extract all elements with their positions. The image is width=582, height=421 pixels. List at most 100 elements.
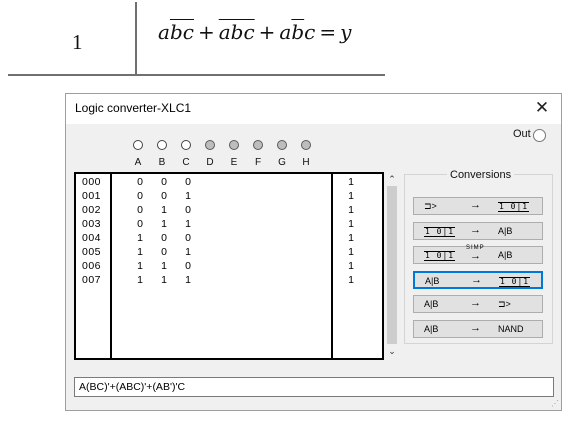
term3-plain: a <box>279 20 292 44</box>
row-bit: 1 <box>137 246 143 258</box>
terminal-c[interactable] <box>181 140 191 150</box>
terminal-b[interactable] <box>157 140 167 150</box>
row-bit: 0 <box>137 218 143 230</box>
table-divider <box>135 2 137 74</box>
truth-table-icon: 1 0|1 <box>424 226 456 237</box>
truth-table-glyph: 1 0|1 <box>424 251 456 261</box>
row-bit: 1 <box>185 274 191 286</box>
terminal-a[interactable] <box>133 140 143 150</box>
row-bit: 1 <box>137 232 143 244</box>
row-bit: 0 <box>185 260 191 272</box>
arrow-icon: → <box>470 199 481 211</box>
row-bit: 1 <box>137 260 143 272</box>
row-index: 002 <box>82 204 102 216</box>
boolean-expression-label: A|B <box>424 299 439 309</box>
row-bit: 1 <box>161 204 167 216</box>
formula-table: 1 abc + abc + abc = y <box>8 2 385 76</box>
out-label: Out <box>513 128 531 140</box>
arrow-icon: → <box>470 223 481 236</box>
row-index: 001 <box>82 190 102 202</box>
row-bit: 0 <box>137 204 143 216</box>
truth-table-icon: 1 0|1 <box>499 276 531 287</box>
terminal-label-c: C <box>182 157 190 168</box>
terminal-label-d: D <box>206 157 214 168</box>
row-output[interactable]: 1 <box>346 218 356 230</box>
index-divider <box>110 174 112 358</box>
equals-sign: = <box>319 20 337 44</box>
output-divider <box>331 174 333 358</box>
truth-table-glyph: 1 0|1 <box>499 276 531 287</box>
conversions-legend: Conversions <box>447 169 515 181</box>
row-index: 003 <box>82 218 102 230</box>
boolean-expression-label: A|B <box>498 225 513 236</box>
terminal-f[interactable] <box>253 140 263 150</box>
row-output[interactable]: 1 <box>346 232 356 244</box>
scroll-down-icon[interactable]: ⌄ <box>387 346 397 356</box>
terminal-label-g: G <box>278 157 286 168</box>
expression-field[interactable]: A(BC)'+(ABC)'+(AB')'C <box>74 377 554 397</box>
row-bit: 1 <box>161 274 167 286</box>
convert-ab-to-truth-button[interactable]: A|B → 1 0|1 <box>413 270 543 289</box>
row-bit: 1 <box>137 274 143 286</box>
row-bit: 1 <box>185 190 191 202</box>
row-bit: 1 <box>185 218 191 230</box>
terminal-h[interactable] <box>301 140 311 150</box>
row-bit: 1 <box>161 260 167 272</box>
term3-over: b <box>291 20 305 44</box>
plus-1: + <box>197 20 215 44</box>
convert-truth-to-ab-simplified-button[interactable]: 1 0|1 SIMP → A|B <box>413 245 543 264</box>
boolean-expression-label: A|B <box>424 323 439 334</box>
row-bit: 0 <box>161 176 167 188</box>
row-index: 000 <box>82 176 102 188</box>
row-bit: 0 <box>161 232 167 244</box>
row-output[interactable]: 1 <box>346 274 356 286</box>
convert-ab-to-nand-button[interactable]: A|B → NAND <box>413 319 543 338</box>
nand-label: NAND <box>498 323 524 334</box>
row-bit: 0 <box>137 176 143 188</box>
row-index: 005 <box>82 246 102 258</box>
term3-tail: c <box>304 20 316 44</box>
truth-table-glyph: 1 0|1 <box>424 226 456 237</box>
row-index: 004 <box>82 232 102 244</box>
terminal-label-e: E <box>230 157 238 168</box>
truth-table[interactable]: 000 0 0 0 1 001 0 0 1 1 002 0 1 0 1 003 0 1 1 1 004 1 0 0 1 005 1 0… <box>74 172 384 360</box>
title-bar[interactable]: Logic converter-XLC1 ✕ <box>66 94 561 124</box>
convert-gate-to-truth-button[interactable]: ⊐> → 1 0|1 <box>413 197 543 215</box>
terminal-g[interactable] <box>277 140 287 150</box>
truth-table-icon: 1 0|1 <box>424 250 456 261</box>
terminal-label-h: H <box>302 157 310 168</box>
truth-table-icon: 1 0|1 <box>498 201 530 212</box>
scroll-up-icon[interactable]: ⌃ <box>387 174 397 184</box>
terminal-e[interactable] <box>229 140 239 150</box>
convert-ab-to-gate-button[interactable]: A|B → ⊐> <box>413 295 543 313</box>
row-index: 007 <box>82 274 102 286</box>
row-output[interactable]: 1 <box>346 246 356 258</box>
terminal-label-f: F <box>254 157 262 168</box>
boolean-expression-label: A|B <box>498 250 513 260</box>
terminal-label-b: B <box>158 157 166 168</box>
row-number: 1 <box>72 30 83 54</box>
scroll-thumb[interactable] <box>387 186 397 344</box>
gate-icon: ⊐> <box>424 201 437 211</box>
resize-grip-icon[interactable]: ⋰ <box>551 400 559 408</box>
row-output[interactable]: 1 <box>346 190 356 202</box>
arrow-icon: → <box>471 273 482 286</box>
logic-converter-window: Logic converter-XLC1 ✕ Out ABCDEFGH 000 0… <box>65 93 562 411</box>
row-bit: 0 <box>185 204 191 216</box>
gate-icon: ⊐> <box>498 299 511 309</box>
close-icon[interactable]: ✕ <box>529 96 555 120</box>
row-bit: 0 <box>161 246 167 258</box>
truth-table-scrollbar[interactable]: ⌃ ⌄ <box>384 172 400 360</box>
row-output[interactable]: 1 <box>346 204 356 216</box>
row-bit: 0 <box>185 176 191 188</box>
equation-rhs: y <box>340 20 352 44</box>
row-bit: 0 <box>185 232 191 244</box>
row-output[interactable]: 1 <box>346 260 356 272</box>
row-bit: 0 <box>161 190 167 202</box>
row-output[interactable]: 1 <box>346 176 356 188</box>
row-bit: 1 <box>185 246 191 258</box>
convert-truth-to-ab-button[interactable]: 1 0|1 → A|B <box>413 221 543 240</box>
term1-plain: a <box>158 20 170 44</box>
terminal-d[interactable] <box>205 140 215 150</box>
out-terminal[interactable] <box>533 129 546 142</box>
